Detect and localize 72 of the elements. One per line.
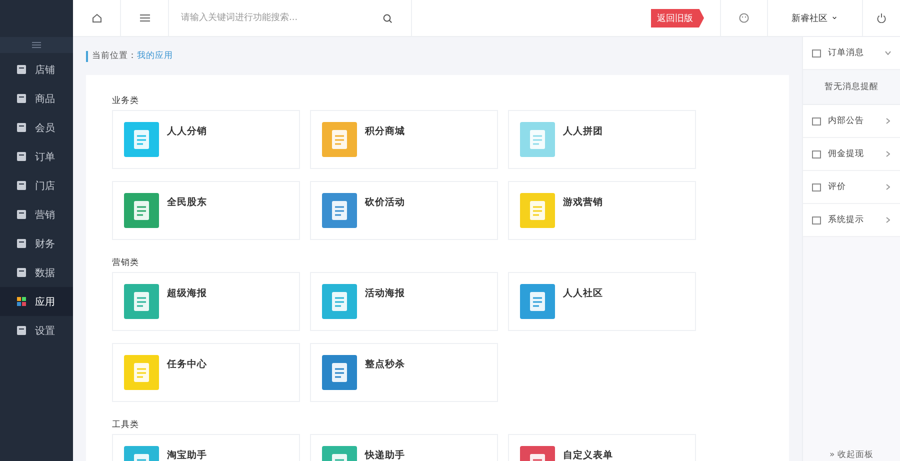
sidebar-item[interactable]: 设置 — [0, 316, 73, 345]
panel-header[interactable]: 订单消息 — [803, 37, 900, 70]
app-name: 人人社区 — [563, 287, 603, 300]
app-name: 淘宝助手 — [167, 449, 207, 461]
search-field[interactable]: 请输入关键词进行功能搜索... — [179, 12, 411, 24]
app-name: 全民股东 — [167, 196, 207, 209]
smiley-icon[interactable] — [739, 13, 749, 23]
square-icon — [17, 210, 26, 219]
section-heading: 业务类 — [112, 95, 140, 105]
app-card[interactable]: 任务中心 — [112, 343, 300, 402]
breadcrumb-label: 当前位置： — [92, 50, 137, 62]
panel-header[interactable]: 佣金提现 — [803, 138, 900, 171]
square-icon — [17, 239, 26, 248]
sidebar-item[interactable]: 营销 — [0, 200, 73, 229]
app-card[interactable]: 砍价活动 — [310, 181, 498, 240]
sidebar-item[interactable]: 店铺 — [0, 55, 73, 84]
app-card[interactable]: 快递助手 — [310, 434, 498, 461]
sidebar-item[interactable]: 门店 — [0, 171, 73, 200]
square-icon — [17, 123, 26, 132]
app-card[interactable]: 淘宝助手 — [112, 434, 300, 461]
app-card[interactable]: 自定义表单 — [508, 434, 696, 461]
section-heading: 工具类 — [112, 419, 140, 429]
app-card[interactable]: 活动海报 — [310, 272, 498, 331]
square-icon — [17, 326, 26, 335]
app-name: 人人拼团 — [563, 125, 603, 138]
app-name: 超级海报 — [167, 287, 207, 300]
square-icon — [17, 94, 26, 103]
old-version-button[interactable]: 返回旧版 — [651, 8, 704, 28]
sidebar-item[interactable]: 订单 — [0, 142, 73, 171]
message-icon — [812, 150, 821, 158]
app-card[interactable]: 积分商城 — [310, 110, 498, 169]
square-icon — [17, 152, 26, 161]
sidebar-item[interactable]: 数据 — [0, 258, 73, 287]
section-heading: 营销类 — [112, 257, 140, 267]
sidebar-item[interactable]: 财务 — [0, 229, 73, 258]
app-card[interactable]: 人人社区 — [508, 272, 696, 331]
power-icon[interactable] — [877, 13, 886, 23]
app-card[interactable]: 全民股东 — [112, 181, 300, 240]
sidebar-item[interactable]: 应用 — [0, 287, 73, 316]
app-name: 积分商城 — [365, 125, 405, 138]
app-name: 任务中心 — [167, 358, 207, 371]
app-card[interactable]: 人人分销 — [112, 110, 300, 169]
app-name: 整点秒杀 — [365, 358, 405, 371]
app-name: 自定义表单 — [563, 449, 613, 461]
square-icon — [17, 181, 26, 190]
grid-icon — [17, 297, 26, 306]
home-icon[interactable] — [92, 13, 102, 23]
panel-header[interactable]: 内部公告 — [803, 105, 900, 138]
app-card[interactable]: 整点秒杀 — [310, 343, 498, 402]
collapse-panel-link[interactable]: » 收起面板 — [830, 450, 874, 460]
app-name: 人人分销 — [167, 125, 207, 138]
panel-header[interactable]: 系统提示 — [803, 204, 900, 237]
message-icon — [812, 48, 821, 58]
menu-icon[interactable] — [32, 42, 41, 48]
message-icon — [812, 116, 821, 126]
message-icon — [812, 216, 821, 224]
app-card[interactable]: 超级海报 — [112, 272, 300, 331]
app-name: 游戏营销 — [563, 196, 603, 209]
account-menu[interactable]: 新睿社区 ⌄ — [792, 12, 838, 24]
app-name: 活动海报 — [365, 287, 405, 300]
app-name: 砍价活动 — [365, 196, 405, 209]
square-icon — [17, 65, 26, 74]
sidebar-item[interactable]: 商品 — [0, 84, 73, 113]
square-icon — [17, 268, 26, 277]
menu-icon[interactable] — [140, 14, 150, 22]
search-icon[interactable] — [383, 14, 392, 22]
app-card[interactable]: 人人拼团 — [508, 110, 696, 169]
panel-header[interactable]: 评价 — [803, 171, 900, 204]
app-card[interactable]: 游戏营销 — [508, 181, 696, 240]
app-name: 快递助手 — [365, 449, 405, 461]
sidebar-item[interactable]: 会员 — [0, 113, 73, 142]
message-icon — [812, 182, 821, 192]
